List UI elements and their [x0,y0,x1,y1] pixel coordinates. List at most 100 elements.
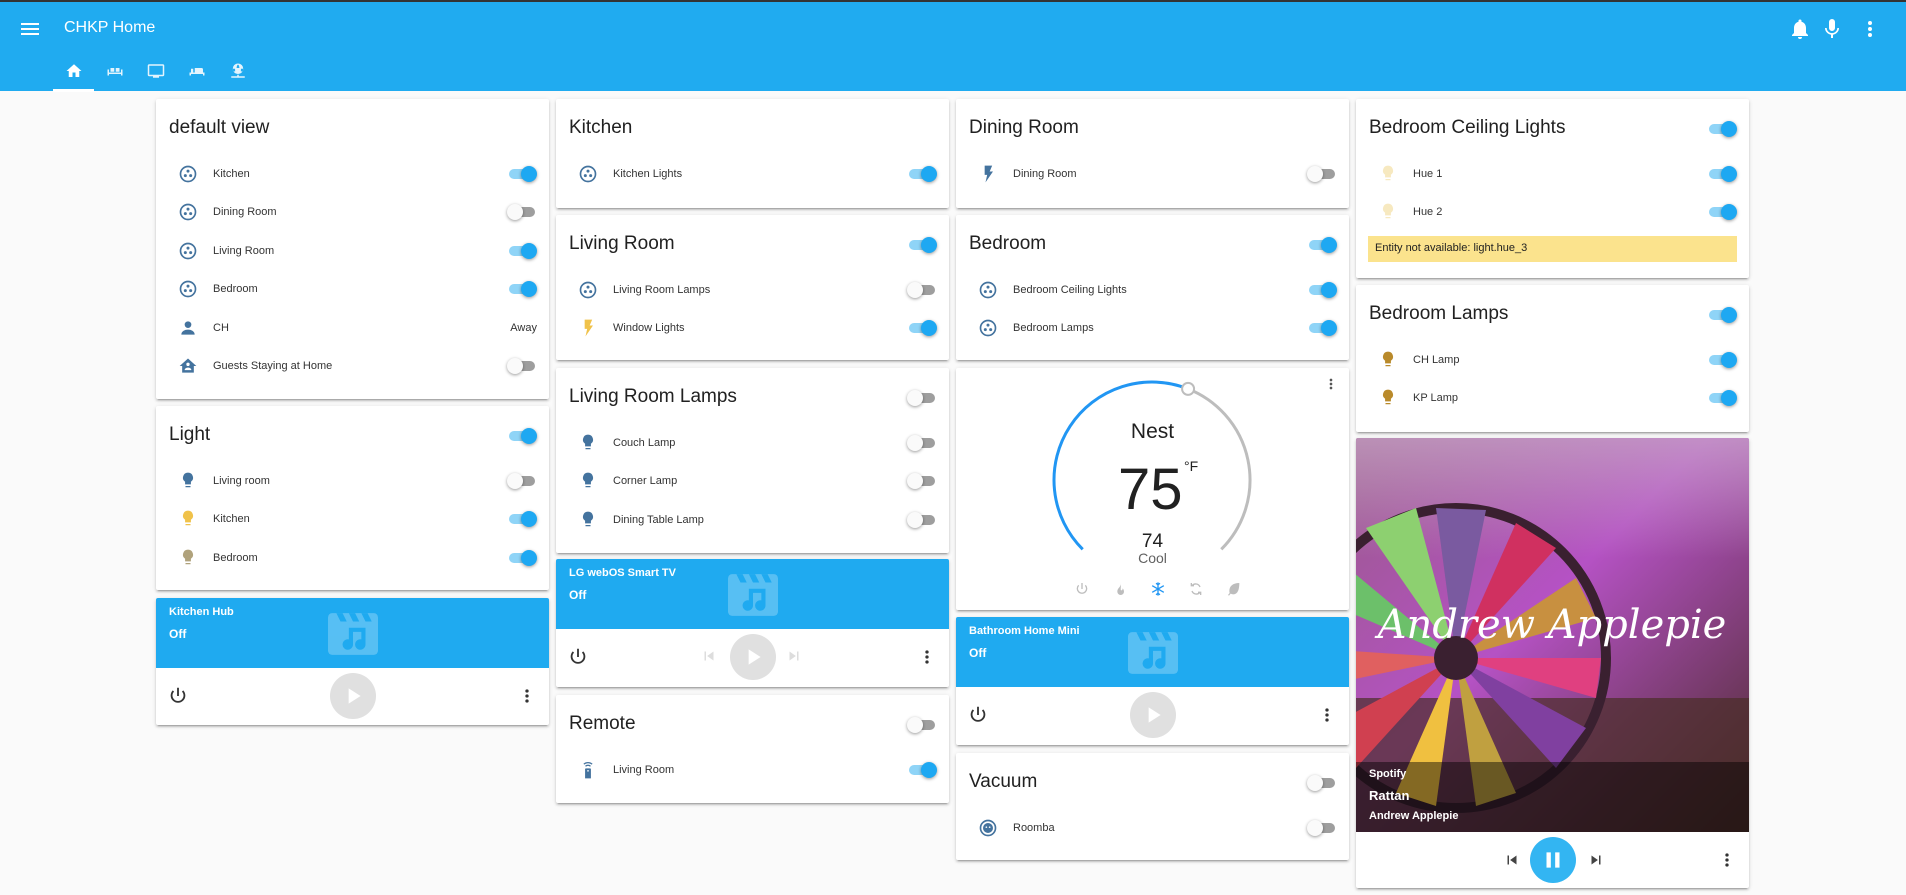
toggle-switch[interactable] [1707,164,1737,184]
group-toggle-switch[interactable] [1307,235,1337,255]
group-icon [976,278,1000,302]
toggle-switch[interactable] [1307,164,1337,184]
entity-label: Bedroom [213,283,258,295]
entity-row[interactable]: Dining Room [956,155,1349,193]
entity-row[interactable]: Living Room Lamps [556,271,949,309]
group-toggle-switch[interactable] [507,426,537,446]
media-player-state: Off [169,627,187,641]
entity-row[interactable]: Bedroom Ceiling Lights [956,271,1349,309]
toggle-switch[interactable] [507,241,537,261]
more-options-button[interactable] [515,684,539,708]
entity-row[interactable]: Living Room [156,232,549,270]
microphone-icon[interactable] [1820,17,1844,41]
toggle-switch[interactable] [907,510,937,530]
next-track-button[interactable] [1586,850,1606,870]
entity-label: Kitchen [213,168,250,180]
entity-row[interactable]: Living Room [556,751,949,789]
mode-off-button[interactable] [1071,578,1093,600]
toggle-switch[interactable] [1707,388,1737,408]
toggle-switch[interactable] [507,164,537,184]
group-toggle-switch[interactable] [907,715,937,735]
entity-row[interactable]: Window Lights [556,309,949,347]
toggle-switch[interactable] [1307,280,1337,300]
entity-row[interactable]: Kitchen [156,155,549,193]
entity-row[interactable]: CH Lamp [1356,341,1749,379]
previous-track-button[interactable] [699,646,719,666]
toggle-switch[interactable] [507,509,537,529]
entity-row[interactable]: Bedroom Lamps [956,309,1349,347]
entity-row[interactable]: KP Lamp [1356,379,1749,417]
more-vert-icon[interactable] [1858,17,1882,41]
entity-row[interactable]: Kitchen Lights [556,155,949,193]
entity-row[interactable]: Kitchen [156,500,549,538]
next-track-button[interactable] [784,646,804,666]
toggle-switch[interactable] [507,356,537,376]
mode-cool-button[interactable] [1147,578,1169,600]
flame-icon [1117,582,1124,595]
toggle-switch[interactable] [907,318,937,338]
pause-button[interactable] [1530,837,1576,883]
toggle-switch[interactable] [1707,202,1737,222]
mode-eco-button[interactable] [1223,578,1245,600]
toggle-switch[interactable] [507,279,537,299]
hamburger-menu-icon[interactable] [18,17,42,41]
entity-row[interactable]: Hue 2 [1356,193,1749,231]
toggle-switch[interactable] [507,202,537,222]
mode-heat-button[interactable] [1109,578,1131,600]
entity-row[interactable]: Dining Table Lamp [556,501,949,539]
tab-living-room[interactable] [94,50,135,91]
mode-auto-button[interactable] [1185,578,1207,600]
more-options-button[interactable] [1315,703,1339,727]
toggle-switch[interactable] [907,280,937,300]
album-art[interactable]: Andrew Applepie Spotify Rattan Andrew Ap… [1356,438,1749,832]
entity-row[interactable]: Corner Lamp [556,462,949,500]
toggle-switch[interactable] [1307,318,1337,338]
toggle-switch[interactable] [507,548,537,568]
tab-network[interactable] [217,50,258,91]
media-header[interactable]: Bathroom Home Mini Off [956,617,1349,687]
power-button[interactable] [166,684,190,708]
group-toggle-switch[interactable] [907,388,937,408]
play-button[interactable] [330,673,376,719]
toggle-switch[interactable] [907,164,937,184]
play-button[interactable] [1130,692,1176,738]
bulb-icon [176,507,200,531]
media-header[interactable]: LG webOS Smart TV Off [556,559,949,629]
dial-handle[interactable] [1181,381,1196,396]
entity-row[interactable]: Living room [156,462,549,500]
entity-state: Away [510,322,537,334]
toggle-switch[interactable] [907,760,937,780]
entity-unavailable-warning: Entity not available: light.hue_3 [1368,236,1737,262]
toggle-switch[interactable] [1307,818,1337,838]
entity-row[interactable]: Bedroom [156,270,549,308]
group-toggle-switch[interactable] [1307,773,1337,793]
toggle-switch[interactable] [907,471,937,491]
group-toggle-switch[interactable] [907,235,937,255]
toggle-switch[interactable] [507,471,537,491]
tab-home[interactable] [53,50,94,92]
entity-row[interactable]: Guests Staying at Home [156,347,549,385]
entity-row[interactable]: Hue 1 [1356,155,1749,193]
tab-tv[interactable] [135,50,176,91]
more-options-button[interactable] [915,645,939,669]
entity-label: KP Lamp [1413,392,1459,404]
group-toggle-switch[interactable] [1707,119,1737,139]
power-button[interactable] [566,645,590,669]
entity-row[interactable]: CH Away [156,309,549,347]
entity-row[interactable]: Couch Lamp [556,424,949,462]
media-header[interactable]: Kitchen Hub Off [156,598,549,668]
toggle-switch[interactable] [907,433,937,453]
previous-track-button[interactable] [1502,850,1522,870]
notifications-bell-icon[interactable] [1788,17,1812,41]
tab-bedroom[interactable] [176,50,217,91]
toggle-switch[interactable] [1707,350,1737,370]
power-button[interactable] [966,703,990,727]
entity-row[interactable]: Dining Room [156,193,549,231]
play-button[interactable] [730,634,776,680]
media-controls [156,668,549,725]
entity-row[interactable]: Roomba [956,809,1349,847]
entity-row[interactable]: Bedroom [156,539,549,577]
more-options-button[interactable] [1715,848,1739,872]
group-toggle-switch[interactable] [1707,305,1737,325]
more-options-button[interactable] [1321,374,1341,394]
